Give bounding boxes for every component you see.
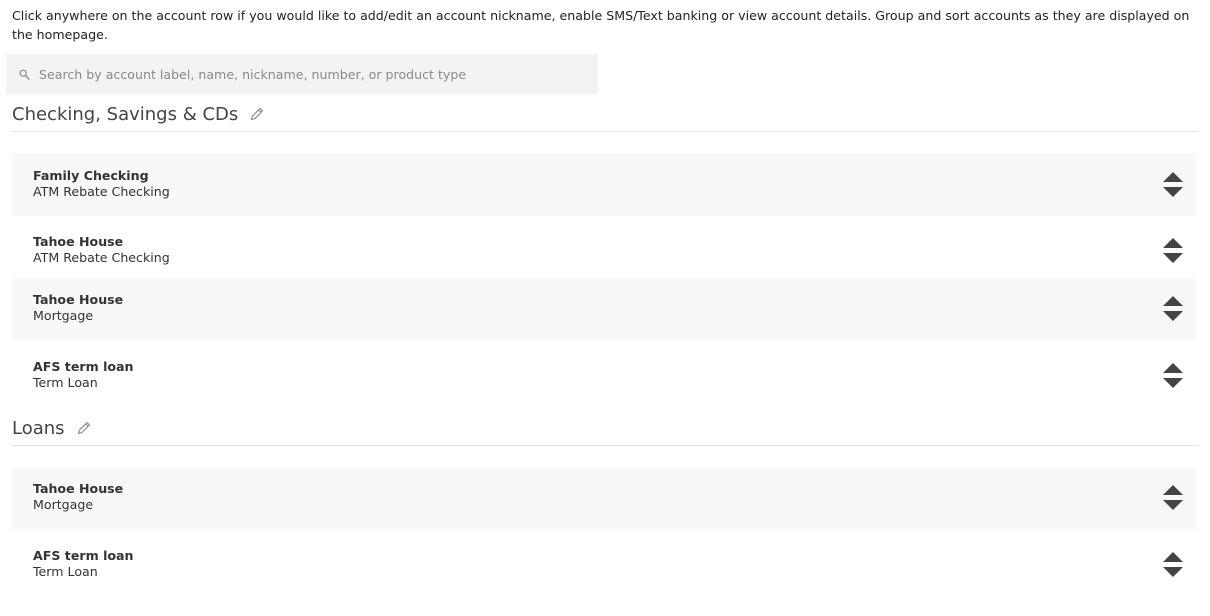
sort-control bbox=[1162, 171, 1184, 199]
group-title: Checking, Savings & CDs bbox=[12, 103, 239, 125]
move-up-icon[interactable] bbox=[1162, 551, 1184, 563]
pencil-icon bbox=[251, 107, 264, 121]
edit-group-button[interactable] bbox=[75, 419, 93, 437]
account-name: Tahoe House bbox=[33, 481, 124, 496]
move-up-icon[interactable] bbox=[1162, 484, 1184, 496]
account-row[interactable]: Tahoe House Mortgage bbox=[12, 467, 1196, 529]
move-down-icon[interactable] bbox=[1162, 566, 1184, 578]
account-row[interactable]: Tahoe House Mortgage bbox=[12, 278, 1196, 340]
sort-control bbox=[1162, 237, 1184, 265]
group-title: Loans bbox=[12, 417, 65, 439]
move-down-icon[interactable] bbox=[1162, 252, 1184, 264]
account-row[interactable]: Family Checking ATM Rebate Checking bbox=[12, 154, 1196, 216]
move-up-icon[interactable] bbox=[1162, 237, 1184, 249]
account-type: Term Loan bbox=[33, 564, 98, 579]
account-type: ATM Rebate Checking bbox=[33, 250, 170, 265]
account-settings-page: Click anywhere on the account row if you… bbox=[0, 0, 1210, 616]
move-up-icon[interactable] bbox=[1162, 295, 1184, 307]
search-input[interactable] bbox=[39, 66, 579, 82]
move-down-icon[interactable] bbox=[1162, 310, 1184, 322]
move-up-icon[interactable] bbox=[1162, 171, 1184, 183]
pencil-icon bbox=[77, 421, 90, 435]
sort-control bbox=[1162, 484, 1184, 512]
search-icon bbox=[18, 68, 30, 80]
sort-control bbox=[1162, 362, 1184, 390]
move-down-icon[interactable] bbox=[1162, 377, 1184, 389]
edit-group-button[interactable] bbox=[248, 105, 266, 123]
account-row[interactable]: Tahoe House ATM Rebate Checking bbox=[12, 220, 1196, 282]
account-name: Tahoe House bbox=[33, 234, 124, 249]
account-type: Term Loan bbox=[33, 375, 98, 390]
sort-control bbox=[1162, 295, 1184, 323]
account-row[interactable]: AFS term loan Term Loan bbox=[12, 534, 1196, 596]
group-header-loans: Loans bbox=[12, 411, 1198, 446]
move-down-icon[interactable] bbox=[1162, 186, 1184, 198]
search-box[interactable] bbox=[6, 54, 598, 94]
intro-text: Click anywhere on the account row if you… bbox=[12, 8, 1190, 42]
account-row[interactable]: AFS term loan Term Loan bbox=[12, 345, 1196, 407]
account-name: AFS term loan bbox=[33, 548, 134, 563]
account-type: Mortgage bbox=[33, 497, 94, 512]
account-type: Mortgage bbox=[33, 308, 94, 323]
account-name: AFS term loan bbox=[33, 359, 134, 374]
move-up-icon[interactable] bbox=[1162, 362, 1184, 374]
sort-control bbox=[1162, 551, 1184, 579]
account-type: ATM Rebate Checking bbox=[33, 184, 170, 199]
account-name: Tahoe House bbox=[33, 292, 124, 307]
group-header-checking: Checking, Savings & CDs bbox=[12, 97, 1198, 132]
account-name: Family Checking bbox=[33, 168, 149, 183]
move-down-icon[interactable] bbox=[1162, 499, 1184, 511]
